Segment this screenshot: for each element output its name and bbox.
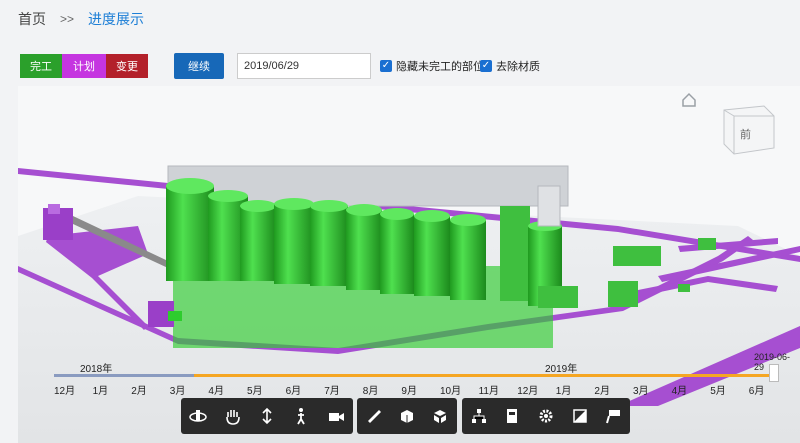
timeline-month-label: 12月 bbox=[54, 386, 76, 397]
timeline-month-label: 6月 bbox=[748, 386, 765, 397]
comment-icon[interactable] bbox=[600, 403, 626, 429]
section-box-icon[interactable] bbox=[394, 403, 420, 429]
timeline-track-past bbox=[54, 374, 194, 377]
orbit-icon[interactable] bbox=[185, 403, 211, 429]
breadcrumb-current: 进度展示 bbox=[88, 11, 145, 27]
timeline-month-label: 5月 bbox=[247, 386, 263, 397]
measure-ruler-icon[interactable] bbox=[361, 403, 387, 429]
timeline-month-label: 1月 bbox=[555, 386, 572, 397]
breadcrumb-separator: >> bbox=[60, 12, 75, 26]
timeline-months: 12月 1月 2月 3月 4月 5月 6月 7月 8月 9月 10月 11月 12月 1月 2月 3月 4月 5月… bbox=[18, 382, 800, 397]
timeline-month-label: 3月 bbox=[633, 386, 649, 397]
continue-button[interactable]: 继续 bbox=[174, 53, 224, 79]
pan-hand-icon[interactable] bbox=[220, 403, 246, 429]
timeline-month-label: 2月 bbox=[594, 386, 610, 397]
breadcrumb: 首页 >> 进度展示 bbox=[18, 9, 144, 29]
timeline-track-progress bbox=[194, 374, 772, 377]
fullscreen-icon[interactable] bbox=[567, 403, 593, 429]
toolbar-tools bbox=[357, 398, 457, 434]
filter-change-button[interactable]: 变更 bbox=[106, 54, 148, 78]
explode-icon[interactable] bbox=[427, 403, 453, 429]
hide-unfinished-checkbox[interactable]: ✓ 隐藏未完工的部位 bbox=[380, 58, 484, 74]
remove-material-checkbox[interactable]: ✓ 去除材质 bbox=[480, 58, 540, 74]
properties-icon[interactable] bbox=[499, 403, 525, 429]
home-view-icon[interactable] bbox=[682, 92, 696, 107]
date-input[interactable] bbox=[237, 53, 371, 79]
checkbox-checked-icon: ✓ bbox=[480, 60, 492, 72]
timeline-month-label: 6月 bbox=[285, 386, 302, 397]
timeline-handle[interactable] bbox=[769, 364, 779, 382]
timeline-month-label: 4月 bbox=[671, 386, 688, 397]
vertical-move-icon[interactable] bbox=[254, 403, 280, 429]
view-cube-front-label: 前 bbox=[740, 127, 751, 141]
timeline-month-label: 9月 bbox=[401, 386, 417, 397]
timeline-month-label: 5月 bbox=[710, 386, 726, 397]
timeline-year-2018: 2018年 bbox=[80, 364, 113, 375]
remove-material-label: 去除材质 bbox=[496, 61, 540, 73]
timeline-year-2019: 2019年 bbox=[545, 364, 578, 375]
timeline-month-label: 11月 bbox=[478, 386, 499, 397]
view-cube[interactable]: 前 bbox=[723, 105, 775, 155]
walk-person-icon[interactable] bbox=[288, 403, 314, 429]
filter-plan-button[interactable]: 计划 bbox=[62, 54, 106, 78]
hide-unfinished-label: 隐藏未完工的部位 bbox=[396, 61, 484, 73]
structure-tree-icon[interactable] bbox=[466, 403, 492, 429]
breadcrumb-home-link[interactable]: 首页 bbox=[18, 9, 46, 29]
timeline[interactable]: 2018年 2019年 2019-06-29 12月 1月 2月 3月 4月 5月 6月 7月… bbox=[18, 352, 800, 397]
timeline-month-label: 7月 bbox=[324, 386, 340, 397]
timeline-month-label: 8月 bbox=[362, 386, 379, 397]
timeline-month-label: 4月 bbox=[208, 386, 224, 397]
timeline-month-label: 12月 bbox=[517, 386, 539, 397]
filter-complete-button[interactable]: 完工 bbox=[20, 54, 62, 78]
bim-3d-viewport[interactable]: 前 2018年 2019年 2019-06-29 12月 1月 2月 3月 4月 5月 6月… bbox=[18, 86, 800, 443]
checkbox-checked-icon: ✓ bbox=[380, 60, 392, 72]
toolbar-panels bbox=[462, 398, 630, 434]
timeline-month-label: 2月 bbox=[131, 386, 147, 397]
camera-icon[interactable] bbox=[323, 403, 349, 429]
settings-gear-icon[interactable] bbox=[533, 403, 559, 429]
timeline-month-label: 10月 bbox=[440, 386, 462, 397]
timeline-month-label: 1月 bbox=[92, 386, 109, 397]
timeline-month-label: 3月 bbox=[169, 386, 186, 397]
toolbar-navigation bbox=[181, 398, 353, 434]
